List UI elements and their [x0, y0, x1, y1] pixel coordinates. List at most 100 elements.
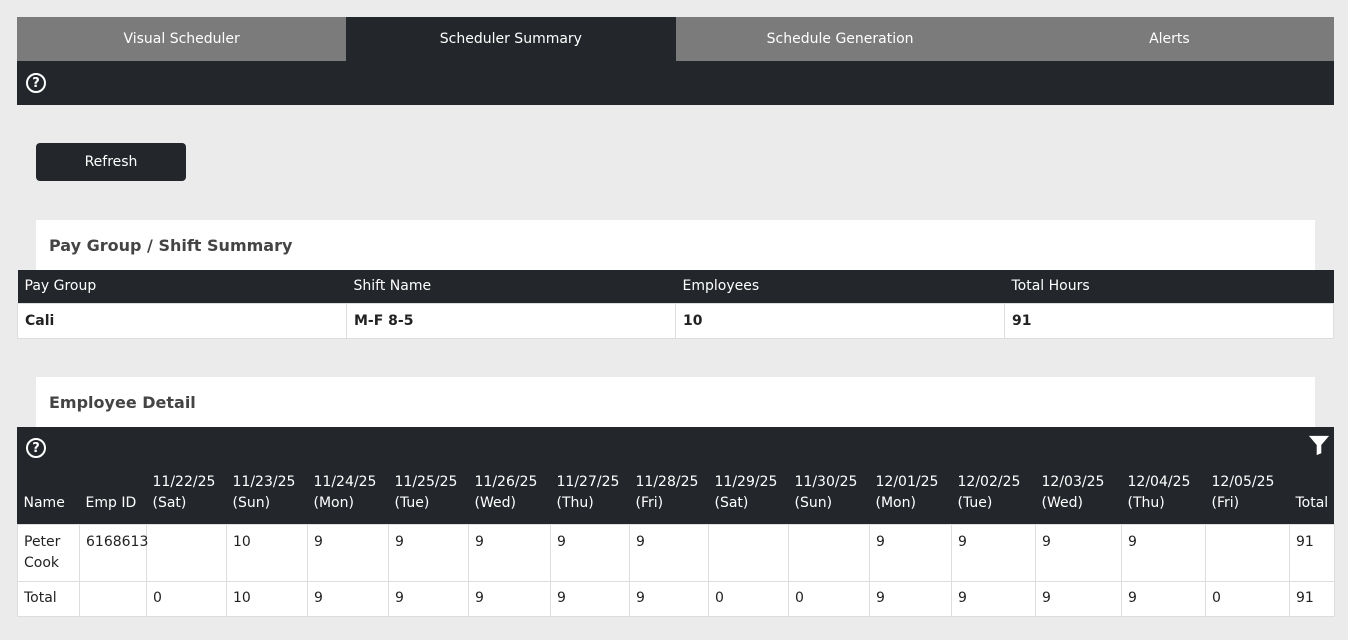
column-header-date: [24, 472, 74, 493]
table-cell: 10: [226, 580, 308, 617]
table-cell: 9: [388, 580, 469, 617]
column-header-label: (Sun): [232, 494, 271, 511]
column-header[interactable]: 11/29/25 (Sat): [709, 460, 789, 524]
table-cell: 91: [1289, 523, 1335, 582]
column-header[interactable]: 11/23/25 (Sun): [227, 460, 308, 524]
table-cell: 0: [146, 580, 227, 617]
column-header[interactable]: 11/22/25 (Sat): [147, 460, 227, 524]
column-header-date: 12/02/25: [957, 473, 1021, 490]
employee-detail-title: Employee Detail: [36, 377, 1315, 427]
table-cell: 0: [788, 580, 870, 617]
column-header[interactable]: 11/25/25 (Tue): [389, 460, 469, 524]
column-header-date: 12/04/25: [1127, 473, 1191, 490]
column-header-date: 11/29/25: [714, 473, 778, 490]
refresh-button[interactable]: Refresh: [36, 143, 186, 181]
table-row: Peter Cook 6168613 10 9 9 9 9 9 9 9 9 9 91: [17, 523, 1335, 582]
table-cell: Total: [17, 580, 80, 617]
column-header-date: 11/23/25: [232, 473, 296, 490]
table-cell: 0: [1205, 580, 1290, 617]
column-header[interactable]: 12/01/25 (Mon): [870, 460, 952, 524]
tab-visual-scheduler[interactable]: Visual Scheduler: [17, 17, 347, 61]
table-cell: 9: [550, 580, 630, 617]
table-cell: 91: [1289, 580, 1335, 617]
column-header[interactable]: Emp ID: [80, 460, 147, 524]
column-header[interactable]: 12/03/25 (Wed): [1036, 460, 1122, 524]
table-cell: 9: [1035, 523, 1122, 582]
table-cell: [708, 523, 789, 582]
table-cell: 9: [1121, 523, 1206, 582]
column-header-date: 12/05/25: [1211, 473, 1275, 490]
help-icon[interactable]: ?: [26, 73, 46, 93]
column-header-label: (Tue): [394, 494, 430, 511]
tab-alerts[interactable]: Alerts: [1004, 17, 1334, 61]
column-header-label: (Sat): [714, 494, 749, 511]
column-header-label: (Wed): [1041, 494, 1083, 511]
table-cell: [79, 580, 147, 617]
tab-schedule-generation[interactable]: Schedule Generation: [675, 17, 1005, 61]
column-header[interactable]: 11/24/25 (Mon): [308, 460, 389, 524]
column-header-date: [86, 472, 141, 493]
help-icon[interactable]: ?: [26, 438, 46, 458]
column-header[interactable]: 11/28/25 (Fri): [630, 460, 709, 524]
column-header-label: (Tue): [957, 494, 993, 511]
table-row: Cali M-F 8-5 10 91: [17, 302, 1334, 339]
column-header-label: (Thu): [556, 494, 594, 511]
column-header-label: (Thu): [1127, 494, 1165, 511]
column-header[interactable]: 11/30/25 (Sun): [789, 460, 870, 524]
total-row: Total 0 10 9 9 9 9 9 0 0 9 9 9 9 0 91: [17, 580, 1335, 617]
column-header-date: [1296, 472, 1329, 493]
column-header-label: Total: [1295, 494, 1329, 511]
column-header[interactable]: 12/05/25 (Fri): [1206, 460, 1290, 524]
column-header[interactable]: Name: [18, 460, 80, 524]
table-cell: Peter Cook: [17, 523, 80, 582]
tab-scheduler-summary[interactable]: Scheduler Summary: [346, 17, 676, 61]
column-header[interactable]: 12/04/25 (Thu): [1122, 460, 1206, 524]
column-header-label: (Sat): [152, 494, 187, 511]
table-cell: 9: [869, 523, 952, 582]
table-cell: 10: [675, 302, 1005, 339]
pay-group-summary-table: Pay Group Shift Name Employees Total Hou…: [17, 270, 1334, 339]
filter-icon[interactable]: [1308, 434, 1330, 456]
table-cell: 9: [550, 523, 630, 582]
column-header-date: 11/24/25: [313, 473, 377, 490]
table-cell: 6168613: [79, 523, 148, 582]
table-cell: 9: [307, 523, 389, 582]
column-header[interactable]: Total: [1290, 460, 1335, 524]
table-cell: 9: [869, 580, 952, 617]
table-cell: M-F 8-5: [346, 302, 676, 339]
column-header-date: 11/30/25: [794, 473, 858, 490]
column-header-label: Name: [23, 494, 65, 511]
table-cell: 9: [388, 523, 469, 582]
table-cell: 9: [951, 580, 1036, 617]
column-header-date: 11/26/25: [474, 473, 538, 490]
table-cell: 9: [468, 580, 551, 617]
column-header-date: 11/28/25: [635, 473, 699, 490]
tab-bar: Visual Scheduler Scheduler Summary Sched…: [17, 17, 1334, 61]
column-header: Employees: [675, 270, 1005, 303]
column-header[interactable]: 12/02/25 (Tue): [952, 460, 1036, 524]
column-header-date: 11/27/25: [556, 473, 620, 490]
table-cell: 9: [1035, 580, 1122, 617]
toolbar: ?: [17, 61, 1334, 105]
table-cell: 9: [629, 580, 709, 617]
table-cell: [1205, 523, 1290, 582]
employee-detail-table: Name Emp ID 11/22/25 (Sat) 11/23/25 (Sun) 11/…: [17, 460, 1335, 617]
table-cell: 9: [629, 523, 709, 582]
table-cell: 10: [226, 523, 308, 582]
column-header[interactable]: 11/26/25 (Wed): [469, 460, 551, 524]
column-header[interactable]: 11/27/25 (Thu): [551, 460, 630, 524]
column-header-label: (Fri): [635, 494, 664, 511]
column-header: Pay Group: [17, 270, 347, 303]
column-header-date: 11/22/25: [152, 473, 216, 490]
table-cell: 9: [468, 523, 551, 582]
table-cell: [788, 523, 870, 582]
column-header-label: (Mon): [313, 494, 354, 511]
column-header-label: (Wed): [474, 494, 516, 511]
column-header-date: 12/03/25: [1041, 473, 1105, 490]
column-header: Shift Name: [346, 270, 676, 303]
table-cell: 9: [951, 523, 1036, 582]
column-header-label: (Sun): [794, 494, 833, 511]
column-header: Total Hours: [1004, 270, 1334, 303]
column-header-label: (Mon): [875, 494, 916, 511]
column-header-label: Emp ID: [85, 494, 137, 511]
